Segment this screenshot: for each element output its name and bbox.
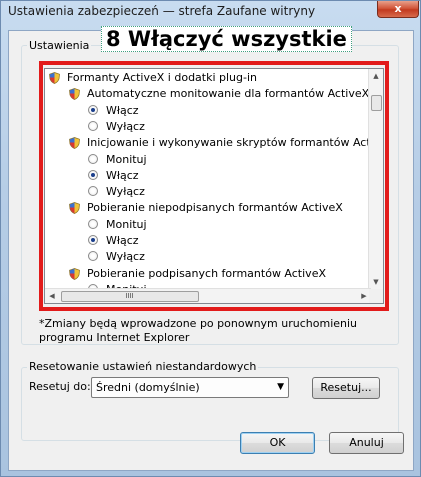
reset-level-value: Średni (domyślnie) <box>96 381 200 394</box>
settings-tree[interactable]: Formanty ActiveX i dodatki plug-in Automa… <box>44 68 384 304</box>
radio-unchecked-icon[interactable] <box>88 154 98 164</box>
annotation-label: 8 Włączyć wszystkie <box>101 26 352 52</box>
radio-unchecked-icon[interactable] <box>88 219 98 229</box>
horizontal-scroll-thumb[interactable] <box>61 291 199 302</box>
security-shield-icon <box>69 88 80 100</box>
chevron-down-icon: ▼ <box>277 382 284 392</box>
scroll-up-icon[interactable]: ▲ <box>369 69 383 83</box>
security-settings-dialog: Ustawienia zabezpieczeń — strefa Zaufane… <box>0 0 421 477</box>
vertical-scrollbar[interactable]: ▲ ▼ <box>368 69 383 289</box>
reset-to-label: Resetuj do: <box>29 380 91 393</box>
scrollbar-corner <box>369 289 383 303</box>
radio-option-label: Włącz <box>106 169 139 182</box>
security-shield-icon <box>69 268 80 280</box>
reset-level-select[interactable]: Średni (domyślnie) ▼ <box>91 377 289 398</box>
radio-option-label: Włącz <box>106 104 139 117</box>
radio-checked-icon[interactable] <box>88 105 98 115</box>
radio-option-label: Monituj <box>106 218 147 231</box>
radio-option-label: Monituj <box>106 153 147 166</box>
cancel-button[interactable]: Anuluj <box>329 432 404 454</box>
horizontal-scrollbar[interactable]: ◀ ▶ <box>45 288 371 303</box>
security-shield-icon <box>49 72 60 84</box>
scroll-left-icon[interactable]: ◀ <box>45 289 59 303</box>
dialog-body: Ustawienia 8 Włączyć wszystkie Formanty … <box>8 26 414 471</box>
close-icon: x <box>394 2 402 15</box>
close-button[interactable]: x <box>377 1 419 18</box>
radio-unchecked-icon[interactable] <box>88 251 98 261</box>
tree-label: Pobieranie niepodpisanych formantów Acti… <box>87 201 343 214</box>
tree-label: Inicjowanie i wykonywanie skryptów forma… <box>87 136 371 149</box>
grip-icon <box>126 293 134 298</box>
reset-button[interactable]: Resetuj... <box>312 377 380 399</box>
radio-option-label: Wyłącz <box>106 250 145 263</box>
settings-tree-rows: Formanty ActiveX i dodatki plug-in Automa… <box>45 69 371 289</box>
window-title: Ustawienia zabezpieczeń — strefa Zaufane… <box>8 4 316 18</box>
security-shield-icon <box>69 202 80 214</box>
reset-group-label: Resetowanie ustawień niestandardowych <box>27 360 259 373</box>
tree-label: Automatyczne monitowanie dla formantów A… <box>87 87 370 100</box>
restart-note: *Zmiany będą wprowadzone po ponownym uru… <box>39 317 358 344</box>
radio-option-label: Wyłącz <box>106 185 145 198</box>
radio-checked-icon[interactable] <box>88 170 98 180</box>
radio-unchecked-icon[interactable] <box>88 121 98 131</box>
vertical-scroll-thumb[interactable] <box>371 95 382 111</box>
security-shield-icon <box>69 137 80 149</box>
radio-option-label: Wyłącz <box>106 120 145 133</box>
tree-label: Formanty ActiveX i dodatki plug-in <box>67 71 258 84</box>
scroll-down-icon[interactable]: ▼ <box>369 275 383 289</box>
tree-label: Pobieranie podpisanych formantów ActiveX <box>87 267 326 280</box>
settings-group-label: Ustawienia <box>27 39 92 52</box>
radio-unchecked-icon[interactable] <box>88 186 98 196</box>
title-bar[interactable]: Ustawienia zabezpieczeń — strefa Zaufane… <box>1 1 420 23</box>
ok-button[interactable]: OK <box>240 432 315 454</box>
radio-option-label: Włącz <box>106 234 139 247</box>
radio-checked-icon[interactable] <box>88 235 98 245</box>
